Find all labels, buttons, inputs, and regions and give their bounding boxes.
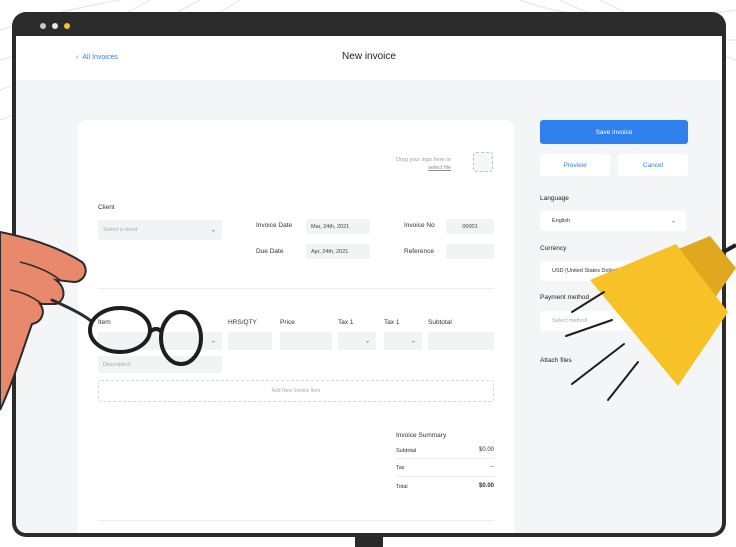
window-dot-2: [52, 23, 58, 29]
app-header: ‹ All Invoices New invoice: [16, 36, 722, 80]
subtotal-field: [428, 332, 494, 350]
summary-tax-value: –: [490, 464, 494, 470]
description-placeholder: Description: [103, 361, 131, 368]
save-invoice-button[interactable]: Save invoice: [540, 120, 688, 144]
summary-subtotal-value: $0.00: [478, 447, 494, 453]
payment-method-label: Payment method: [540, 294, 590, 301]
chevron-down-icon: ⌄: [410, 338, 416, 345]
invoice-date-value: Mar, 24th, 2021: [311, 223, 350, 230]
logo-dropzone[interactable]: [473, 152, 493, 172]
save-invoice-label: Save invoice: [595, 128, 633, 136]
window-dot-1: [40, 23, 46, 29]
summary-divider-1: [396, 458, 494, 459]
summary-tax-label: Tax: [396, 465, 405, 471]
price-input[interactable]: [280, 332, 332, 350]
payment-method-placeholder: Select method: [552, 318, 588, 324]
monitor-frame: ‹ All Invoices New invoice Drag your log…: [12, 12, 726, 537]
tax2-select[interactable]: ⌄: [384, 332, 422, 350]
chevron-down-icon: ⌄: [210, 227, 216, 234]
due-date-field[interactable]: Apr, 24th, 2021: [306, 244, 370, 259]
currency-label: Currency: [540, 245, 567, 252]
col-item: Item: [98, 319, 111, 326]
item-select[interactable]: ⌄: [98, 332, 222, 350]
col-hrs-qty: HRS/QTY: [228, 319, 257, 326]
invoice-no-value: 00001: [462, 223, 478, 230]
invoice-card: Drag your logo here or select file Clien…: [78, 120, 514, 533]
invoice-no-field[interactable]: 00001: [446, 219, 494, 234]
chevron-down-icon: ⌄: [210, 338, 216, 345]
attach-files-label: Attach files: [540, 357, 572, 364]
due-date-value: Apr, 24th, 2021: [311, 248, 349, 255]
preview-button[interactable]: Preview: [540, 154, 610, 176]
col-tax-2: Tax 1: [384, 319, 400, 326]
summary-total-value: $0.00: [478, 483, 494, 489]
qty-input[interactable]: [228, 332, 272, 350]
summary-total-label: Total: [396, 484, 408, 490]
currency-value: USD (United States Dollar): [552, 268, 618, 274]
due-date-label: Due Date: [256, 248, 284, 255]
chevron-down-icon: ⌄: [670, 218, 676, 225]
invoice-date-field[interactable]: Mar, 24th, 2021: [306, 219, 370, 234]
preview-label: Preview: [563, 161, 587, 169]
currency-select[interactable]: USD (United States Dollar): [540, 261, 686, 281]
tax1-select[interactable]: ⌄: [338, 332, 376, 350]
description-input[interactable]: Description: [98, 356, 222, 373]
invoice-date-label: Invoice Date: [256, 222, 293, 229]
page-title: New invoice: [342, 51, 396, 62]
col-tax-1: Tax 1: [338, 319, 354, 326]
language-value: English: [552, 218, 571, 224]
client-select[interactable]: Select a client ⌄: [98, 220, 222, 240]
select-file-link[interactable]: select file: [396, 164, 451, 172]
add-invoice-item-button[interactable]: Add New Invoice Item: [98, 380, 494, 402]
cancel-button[interactable]: Cancel: [618, 154, 688, 176]
summary-divider-2: [396, 476, 494, 477]
logo-hint-text: Drag your logo here or: [396, 157, 452, 163]
summary-title: Invoice Summary: [396, 432, 447, 439]
summary-subtotal-label: Subtotal: [396, 448, 417, 454]
cancel-label: Cancel: [642, 161, 664, 169]
language-label: Language: [540, 195, 569, 202]
client-label: Client: [98, 204, 115, 211]
chevron-down-icon: ⌄: [364, 338, 370, 345]
col-price: Price: [280, 319, 295, 326]
divider-top: [98, 288, 494, 289]
invoice-no-label: Invoice No: [404, 222, 435, 229]
reference-label: Reference: [404, 248, 434, 255]
col-subtotal: Subtotal: [428, 319, 452, 326]
window-dot-3: [64, 23, 70, 29]
logo-hint: Drag your logo here or select file: [396, 156, 451, 172]
payment-method-select[interactable]: Select method: [540, 311, 686, 331]
reference-field[interactable]: [446, 244, 494, 259]
app-screen: ‹ All Invoices New invoice Drag your log…: [16, 36, 722, 533]
divider-bottom: [98, 520, 494, 521]
language-select[interactable]: English ⌄: [540, 211, 686, 231]
add-item-label: Add New Invoice Item: [271, 388, 321, 394]
stage: ‹ All Invoices New invoice Drag your log…: [0, 0, 736, 547]
client-placeholder: Select a client: [103, 227, 138, 233]
